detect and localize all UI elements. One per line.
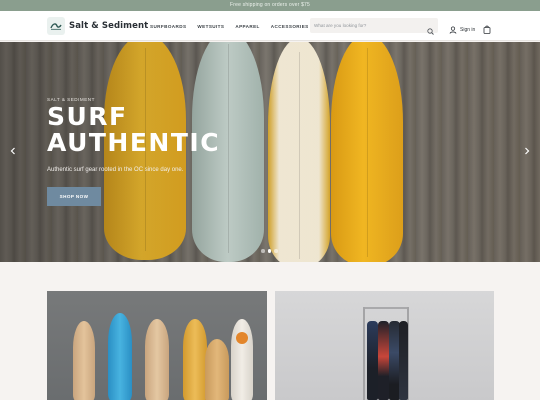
tile-surfboard [183,319,207,400]
brand-logo[interactable]: Salt & Sediment [47,17,148,35]
tile-wetsuit [367,321,378,400]
nav-accessories[interactable]: ACCESSORIES [271,24,309,29]
tile-surfboard [231,319,253,400]
sign-in-link[interactable]: Sign in [449,21,475,39]
hero-banner: SALT & SEDIMENT SURF AUTHENTIC Authentic… [0,42,540,262]
search-icon[interactable] [427,22,434,40]
nav-wetsuits[interactable]: WETSUITS [197,24,224,29]
main-nav: SURFBOARDS WETSUITS APPAREL ACCESSORIES [150,11,309,41]
announcement-text: Free shipping on orders over $75 [229,2,311,8]
brand-name: Salt & Sediment [69,21,149,31]
tile-wetsuit [399,321,408,400]
nav-surfboards[interactable]: SURFBOARDS [150,24,186,29]
shop-now-button[interactable]: SHOP NOW [47,187,101,206]
carousel-dot[interactable] [261,249,265,253]
tile-surfboard [145,319,169,400]
search-bar [310,18,438,35]
search-input[interactable] [314,18,424,33]
user-icon [449,21,457,39]
announcement-bar: Free shipping on orders over $75 [0,0,540,11]
sign-in-label: Sign in [460,27,476,33]
hero-description: Authentic surf gear rooted in the OC sin… [47,167,184,173]
nav-apparel[interactable]: APPAREL [235,24,259,29]
cart-icon[interactable] [483,21,491,39]
category-tile-surfboards[interactable] [47,291,267,400]
carousel-dot-active[interactable] [267,249,271,253]
carousel-dots [261,249,278,253]
tile-surfboard [205,339,229,400]
chevron-left-icon[interactable] [8,146,18,156]
tile-surfboard [73,321,95,400]
logo-icon [47,17,65,35]
carousel-dot[interactable] [274,249,278,253]
hero-title: SURF AUTHENTIC [47,102,221,157]
chevron-right-icon[interactable] [522,146,532,156]
tile-surfboard [108,313,132,400]
category-tile-wetsuits[interactable] [275,291,494,400]
site-header: Salt & Sediment SURFBOARDS WETSUITS APPA… [0,11,540,41]
tile-wetsuit [378,321,389,400]
